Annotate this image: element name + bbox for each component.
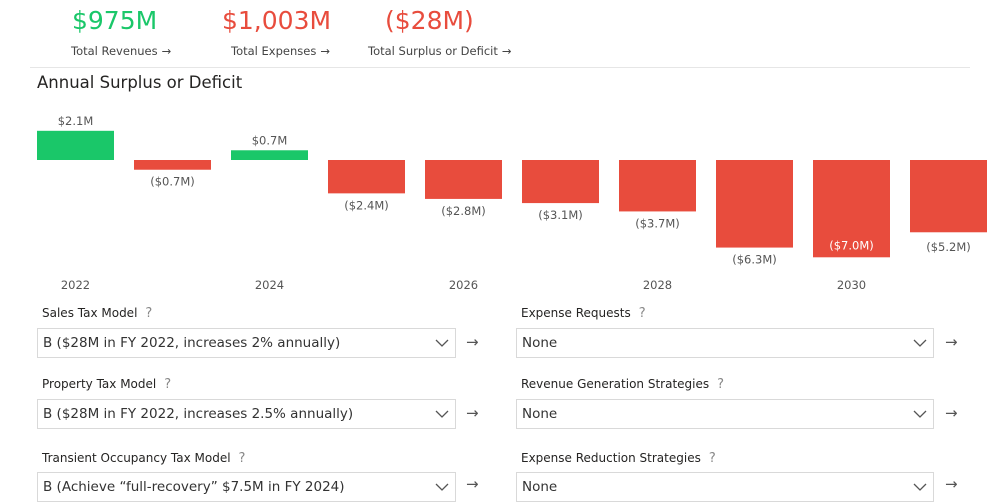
x-tick-2026: 2026 (449, 278, 478, 292)
sales-tax-model-label: Sales Tax Model? (42, 306, 153, 321)
total-surplus-value: ($28M) (385, 6, 474, 35)
bar-2025[interactable] (328, 160, 405, 194)
data-label-2028: ($3.7M) (635, 216, 680, 230)
revenue-generation-strategies-go-arrow[interactable]: → (945, 403, 958, 423)
total-expenses-label: Total Expenses (231, 44, 317, 58)
x-tick-2028: 2028 (643, 278, 672, 292)
property-tax-model-label: Property Tax Model? (42, 377, 172, 392)
help-icon[interactable]: ? (717, 377, 724, 392)
transient-occupancy-tax-model-label: Transient Occupancy Tax Model? (42, 451, 246, 466)
arrow-right-icon: → (320, 44, 330, 58)
total-surplus-link[interactable]: Total Surplus or Deficit → (368, 44, 512, 58)
property-tax-model-go-arrow[interactable]: → (466, 403, 479, 423)
x-tick-2030: 2030 (837, 278, 866, 292)
data-label-2027: ($3.1M) (538, 208, 583, 222)
sales-tax-model-select[interactable]: B ($28M in FY 2022, increases 2% annuall… (37, 328, 456, 358)
expense-reduction-strategies-go-arrow[interactable]: → (945, 474, 958, 494)
chevron-down-icon (913, 339, 927, 347)
expense-requests-go-arrow[interactable]: → (945, 332, 958, 352)
bar-2023[interactable] (134, 160, 211, 170)
total-surplus-label: Total Surplus or Deficit (368, 44, 498, 58)
x-tick-2024: 2024 (255, 278, 284, 292)
transient-occupancy-tax-model-go-arrow[interactable]: → (466, 474, 479, 494)
transient-occupancy-tax-model-select[interactable]: B (Achieve “full-recovery” $7.5M in FY 2… (37, 472, 456, 502)
total-revenues-value: $975M (72, 6, 158, 35)
total-revenues-link[interactable]: Total Revenues → (71, 44, 171, 58)
sales-tax-model-go-arrow[interactable]: → (466, 332, 479, 352)
header-divider (30, 67, 970, 68)
total-expenses-value: $1,003M (222, 6, 332, 35)
surplus-deficit-chart: $2.1M 2022 ($0.7M) $0.7M 2024 ($2.4M) ($2.8M) 2… (37, 114, 987, 292)
revenue-generation-strategies-label: Revenue Generation Strategies? (521, 377, 725, 392)
help-icon[interactable]: ? (709, 451, 716, 466)
bar-2031[interactable] (910, 160, 987, 233)
bar-2029[interactable] (716, 160, 793, 248)
help-icon[interactable]: ? (145, 306, 152, 321)
bar-2026[interactable] (425, 160, 502, 199)
data-label-2031: ($5.2M) (926, 240, 971, 254)
bar-2022[interactable] (37, 130, 114, 160)
data-label-2022: $2.1M (58, 114, 94, 128)
bar-2027[interactable] (522, 160, 599, 204)
arrow-right-icon: → (161, 44, 172, 58)
chart-title: Annual Surplus or Deficit (37, 73, 243, 92)
help-icon[interactable]: ? (239, 451, 246, 466)
expense-requests-select[interactable]: None (516, 328, 934, 358)
data-label-2026: ($2.8M) (441, 204, 486, 218)
property-tax-model-value: B ($28M in FY 2022, increases 2.5% annua… (43, 406, 354, 422)
chevron-down-icon (435, 410, 449, 418)
chevron-down-icon (913, 410, 927, 418)
chevron-down-icon (913, 483, 927, 491)
property-tax-model-select[interactable]: B ($28M in FY 2022, increases 2.5% annua… (37, 399, 456, 429)
expense-reduction-strategies-label: Expense Reduction Strategies? (521, 451, 716, 466)
data-label-2023: ($0.7M) (150, 175, 195, 189)
help-icon[interactable]: ? (639, 306, 646, 321)
bar-2028[interactable] (619, 160, 696, 212)
x-tick-2022: 2022 (61, 278, 90, 292)
expense-requests-value: None (522, 335, 558, 351)
arrow-right-icon: → (501, 44, 512, 58)
data-label-2029: ($6.3M) (732, 253, 777, 267)
total-expenses-link[interactable]: Total Expenses → (231, 44, 330, 58)
data-label-2024: $0.7M (252, 133, 288, 147)
expense-reduction-strategies-select[interactable]: None (516, 472, 934, 502)
bar-2024[interactable] (231, 150, 308, 160)
chevron-down-icon (435, 339, 449, 347)
expense-requests-label: Expense Requests? (521, 306, 646, 321)
chevron-down-icon (435, 483, 449, 491)
help-icon[interactable]: ? (164, 377, 171, 392)
revenue-generation-strategies-select[interactable]: None (516, 399, 934, 429)
data-label-2025: ($2.4M) (344, 198, 389, 212)
data-label-2030: ($7.0M) (829, 238, 874, 252)
total-revenues-label: Total Revenues (71, 44, 158, 58)
revenue-generation-strategies-value: None (522, 406, 558, 422)
sales-tax-model-value: B ($28M in FY 2022, increases 2% annuall… (43, 335, 341, 351)
